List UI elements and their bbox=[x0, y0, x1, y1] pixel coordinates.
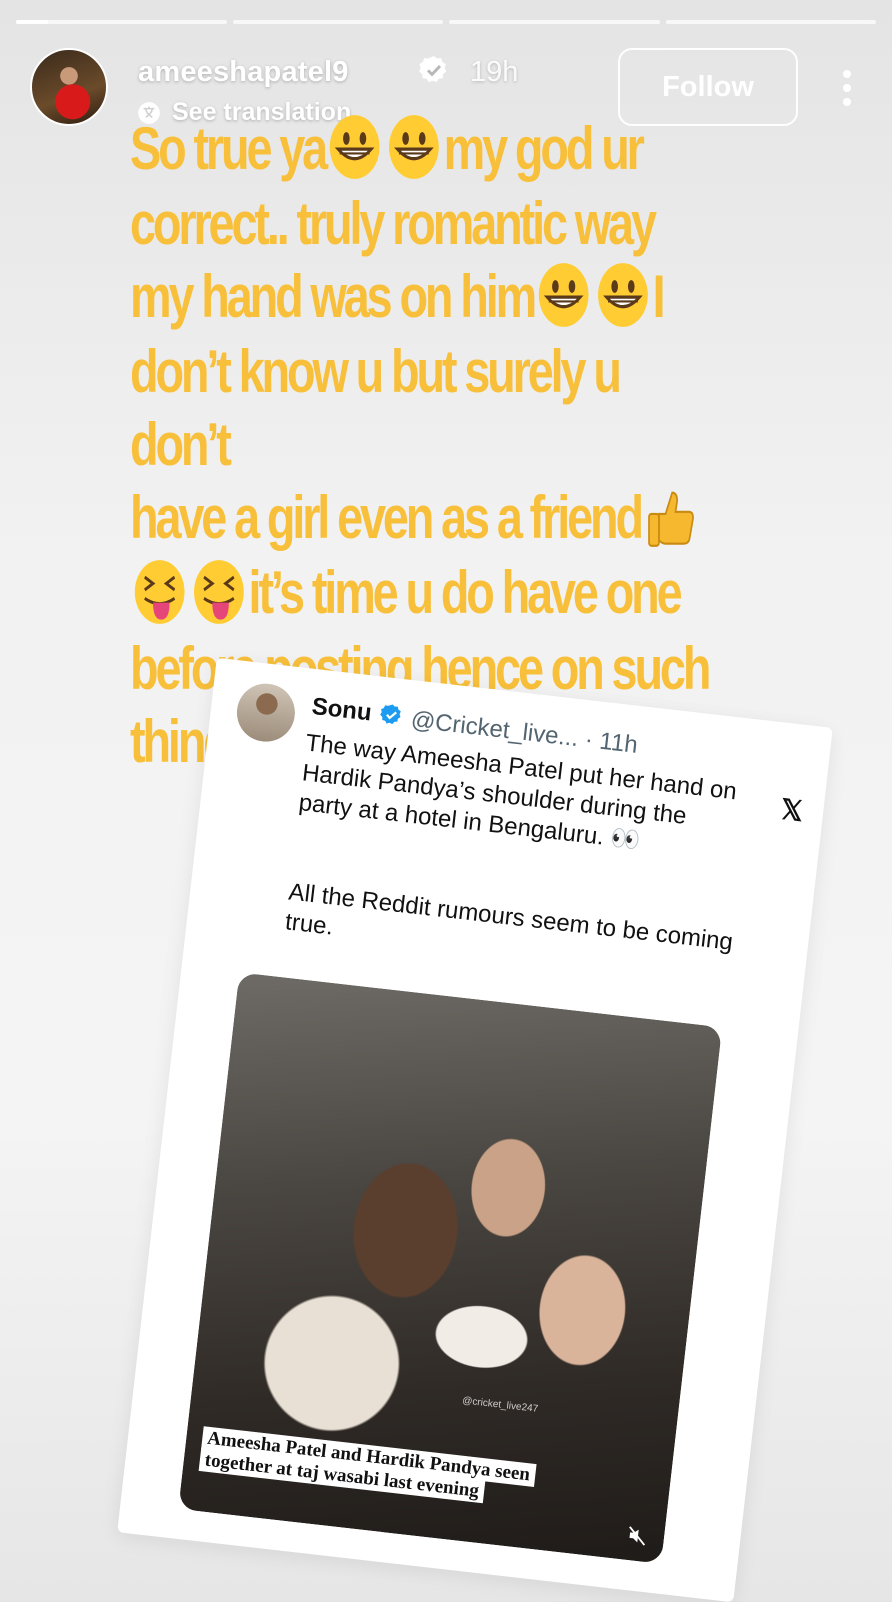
post-time: 19h bbox=[470, 56, 519, 88]
media-watermark: @cricket_live247 bbox=[461, 1395, 539, 1415]
tweet-screenshot: Sonu @Cricket_live... · 11h 𝕏 The way Am… bbox=[117, 657, 833, 1602]
story-viewer: ameeshapatel9 19h See translation Follow… bbox=[0, 0, 892, 1602]
media-caption: Ameesha Patel and Hardik Pandya seen tog… bbox=[198, 1426, 562, 1511]
progress-segment bbox=[665, 20, 876, 24]
grinning-face-emoji-icon bbox=[389, 115, 439, 180]
tweet-author-name: Sonu bbox=[310, 692, 374, 727]
grinning-face-emoji-icon bbox=[538, 263, 589, 328]
avatar[interactable] bbox=[30, 48, 108, 126]
verified-badge-icon bbox=[419, 56, 447, 83]
caption-line: So true ya my god ur bbox=[130, 115, 645, 182]
squinting-tongue-emoji-icon bbox=[134, 559, 185, 624]
tweet-verified-badge-icon bbox=[380, 704, 401, 725]
squinting-tongue-emoji-icon bbox=[194, 559, 244, 624]
caption-line: have a girl even as a friend bbox=[130, 481, 723, 556]
tweet-author-avatar bbox=[233, 680, 298, 745]
progress-segment bbox=[232, 20, 443, 24]
tweet-text-second: All the Reddit rumours seem to be coming… bbox=[283, 878, 735, 956]
thumbs-up-emoji-icon bbox=[648, 492, 694, 548]
grinning-face-emoji-icon bbox=[329, 115, 380, 180]
caption-line: my hand was on him I bbox=[130, 263, 666, 331]
progress-segment bbox=[449, 20, 660, 24]
progress-segment bbox=[16, 20, 227, 24]
username[interactable]: ameeshapatel9 bbox=[138, 56, 349, 89]
caption-line: correct.. truly romantic way bbox=[130, 190, 657, 258]
more-options-icon[interactable] bbox=[832, 60, 862, 116]
mute-icon bbox=[629, 1526, 646, 1546]
x-logo-icon: 𝕏 bbox=[778, 793, 805, 828]
tweet-media-image: @cricket_live247 Ameesha Patel and Hardi… bbox=[178, 972, 723, 1564]
caption-line: don’t know u but surely u don’t bbox=[130, 338, 622, 479]
tweet-text: The way Ameesha Patel put her hand on Ha… bbox=[297, 729, 739, 855]
caption-line: it’s time u do have one bbox=[130, 556, 723, 631]
tweet-card: Sonu @Cricket_live... · 11h 𝕏 The way Am… bbox=[117, 657, 833, 1602]
story-progress-bar bbox=[16, 20, 876, 24]
grinning-face-emoji-icon bbox=[598, 263, 648, 328]
